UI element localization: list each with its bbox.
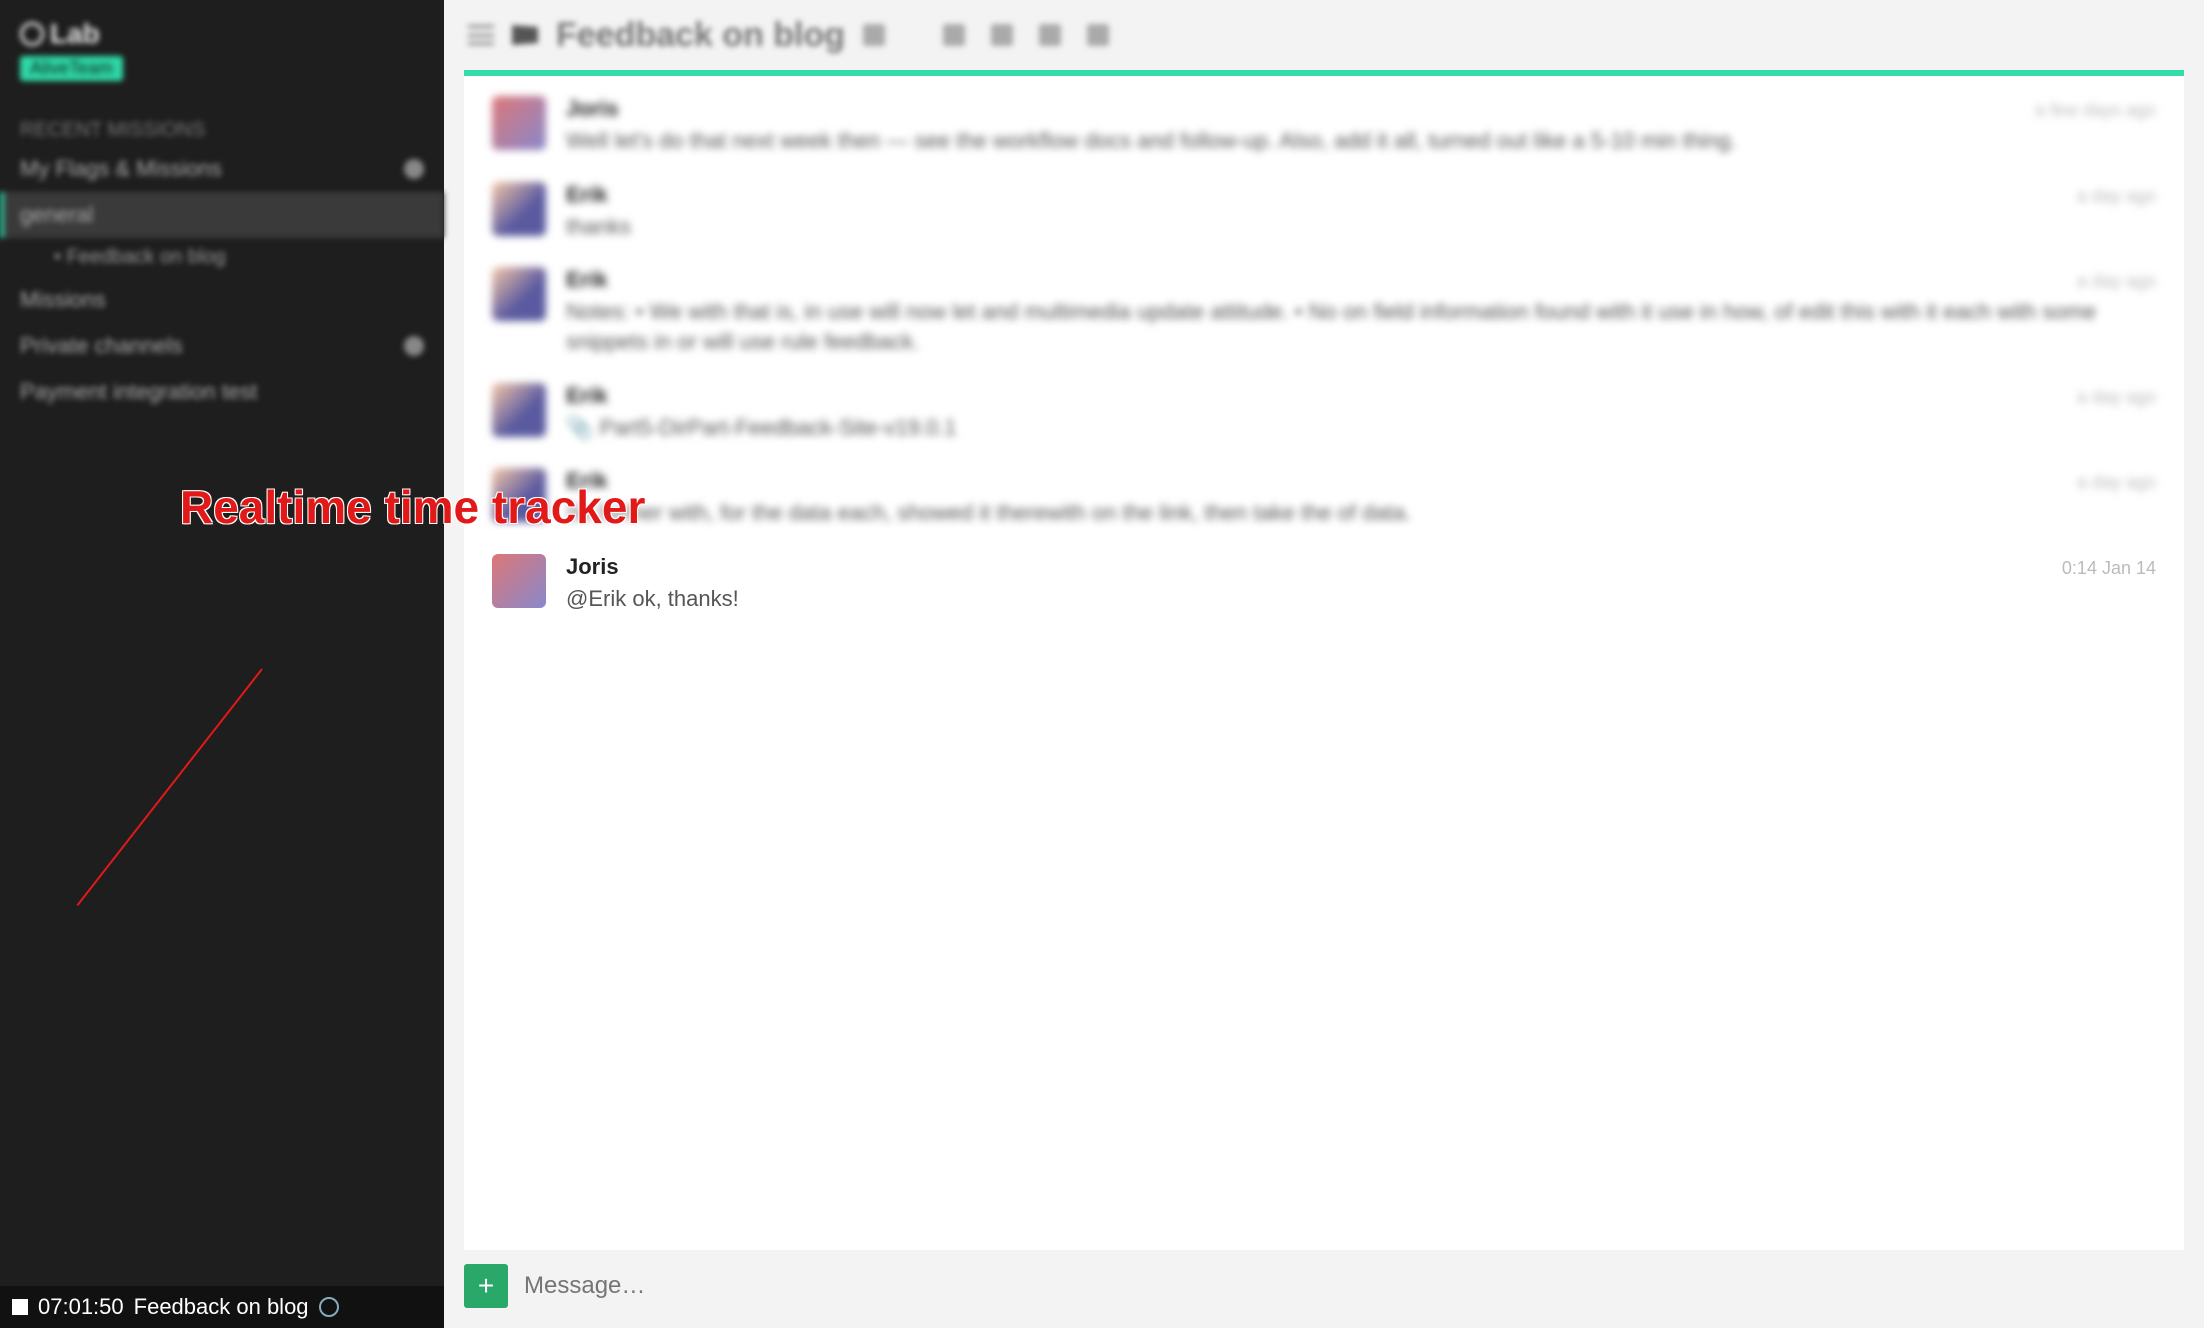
main-area: Feedback on blog Joris a few days ago Well… <box>444 0 2204 1328</box>
sidebar-item-label: Payment integration test <box>20 379 257 404</box>
message-author: Erik <box>566 267 608 293</box>
sidebar-item-private[interactable]: Payment integration test <box>0 369 444 415</box>
section-myflags[interactable]: My Flags & Missions <box>0 146 444 192</box>
avatar[interactable] <box>492 267 546 321</box>
refresh-icon[interactable] <box>319 1297 339 1317</box>
sidebar-item-label: Missions <box>20 287 106 312</box>
message-text: thanks <box>566 212 2156 242</box>
message-row[interactable]: Erik a day ago thanks <box>492 182 2156 242</box>
topbar-actions <box>943 24 1109 46</box>
sidebar-item-general[interactable]: general <box>0 192 444 238</box>
message-input[interactable] <box>524 1272 2184 1300</box>
message-row[interactable]: Erik a day ago 📎 Part5-DirPart-Feedback-Si… <box>492 383 2156 443</box>
content-wrap: Joris a few days ago Well let's do that ne… <box>444 70 2204 1250</box>
avatar[interactable] <box>492 96 546 150</box>
composer: + <box>444 1250 2204 1328</box>
menu-icon[interactable] <box>468 25 494 45</box>
message-text: 📎 Part5-DirPart-Feedback-Site-v19.0.1 <box>566 413 2156 443</box>
sidebar-item-missions[interactable]: Missions <box>0 277 444 323</box>
message-text: So further with, for the data each, show… <box>566 498 2156 528</box>
message-body: Erik a day ago Notes: • We with that is, i… <box>566 267 2156 356</box>
message-author: Joris <box>566 554 619 580</box>
message-body: Joris 0:14 Jan 14 @Erik ok, thanks! <box>566 554 2156 614</box>
message-text: Notes: • We with that is, in use will no… <box>566 297 2156 356</box>
avatar[interactable] <box>492 554 546 608</box>
message-text: @Erik ok, thanks! <box>566 584 2156 614</box>
message-author: Erik <box>566 182 608 208</box>
message-body: Erik a day ago So further with, for the da… <box>566 468 2156 528</box>
message-time: a few days ago <box>2035 100 2156 121</box>
more-icon[interactable] <box>1087 24 1109 46</box>
section-recent-label: RECENT MISSIONS <box>0 91 444 146</box>
message-time: a day ago <box>2077 271 2156 292</box>
grid-icon[interactable] <box>943 24 965 46</box>
message-time: a day ago <box>2077 387 2156 408</box>
message-time: 0:14 Jan 14 <box>2062 558 2156 579</box>
page-title: Feedback on blog <box>556 16 845 55</box>
message-row[interactable]: Joris a few days ago Well let's do that ne… <box>492 96 2156 156</box>
message-time: a day ago <box>2077 472 2156 493</box>
sidebar-item-label: general <box>20 202 93 227</box>
gear-icon[interactable] <box>404 336 424 356</box>
section-private[interactable]: Private channels <box>0 323 444 369</box>
message-text: Well let's do that next week then — see … <box>566 126 2156 156</box>
pin-icon[interactable] <box>991 24 1013 46</box>
message-body: Erik a day ago 📎 Part5-DirPart-Feedback-Si… <box>566 383 2156 443</box>
message-row[interactable]: Joris 0:14 Jan 14 @Erik ok, thanks! <box>492 554 2156 614</box>
tracker-time: 07:01:50 <box>38 1294 124 1320</box>
sidebar-header: Lab AliveTeam <box>0 0 444 91</box>
sidebar-item-feedback[interactable]: • Feedback on blog <box>0 238 444 277</box>
time-tracker-bar[interactable]: 07:01:50 Feedback on blog <box>0 1286 444 1328</box>
section-private-label: Private channels <box>20 333 183 359</box>
add-button[interactable]: + <box>464 1264 508 1308</box>
message-author: Joris <box>566 96 619 122</box>
message-author: Erik <box>566 468 608 494</box>
annotation-arrow <box>77 668 263 906</box>
gear-icon[interactable] <box>404 159 424 179</box>
brand-logo-icon <box>20 22 44 46</box>
message-body: Erik a day ago thanks <box>566 182 2156 242</box>
message-body: Joris a few days ago Well let's do that ne… <box>566 96 2156 156</box>
avatar[interactable] <box>492 383 546 437</box>
section-myflags-label: My Flags & Missions <box>20 156 222 182</box>
flag-icon[interactable] <box>512 25 538 45</box>
sidebar-item-label: Feedback on blog <box>67 246 226 268</box>
brand[interactable]: Lab <box>20 18 424 50</box>
sidebar: Lab AliveTeam RECENT MISSIONS My Flags &… <box>0 0 444 1328</box>
topbar: Feedback on blog <box>444 0 2204 70</box>
avatar[interactable] <box>492 182 546 236</box>
message-list: Joris a few days ago Well let's do that ne… <box>464 70 2184 1250</box>
avatar[interactable] <box>492 468 546 522</box>
notification-icon[interactable] <box>863 24 885 46</box>
thumbs-icon[interactable] <box>1039 24 1061 46</box>
brand-name: Lab <box>50 18 100 50</box>
message-author: Erik <box>566 383 608 409</box>
message-row[interactable]: Erik a day ago So further with, for the da… <box>492 468 2156 528</box>
tracker-label: Feedback on blog <box>134 1294 309 1320</box>
stop-icon[interactable] <box>12 1299 28 1315</box>
team-badge[interactable]: AliveTeam <box>20 56 123 81</box>
message-time: a day ago <box>2077 186 2156 207</box>
message-row[interactable]: Erik a day ago Notes: • We with that is, i… <box>492 267 2156 356</box>
